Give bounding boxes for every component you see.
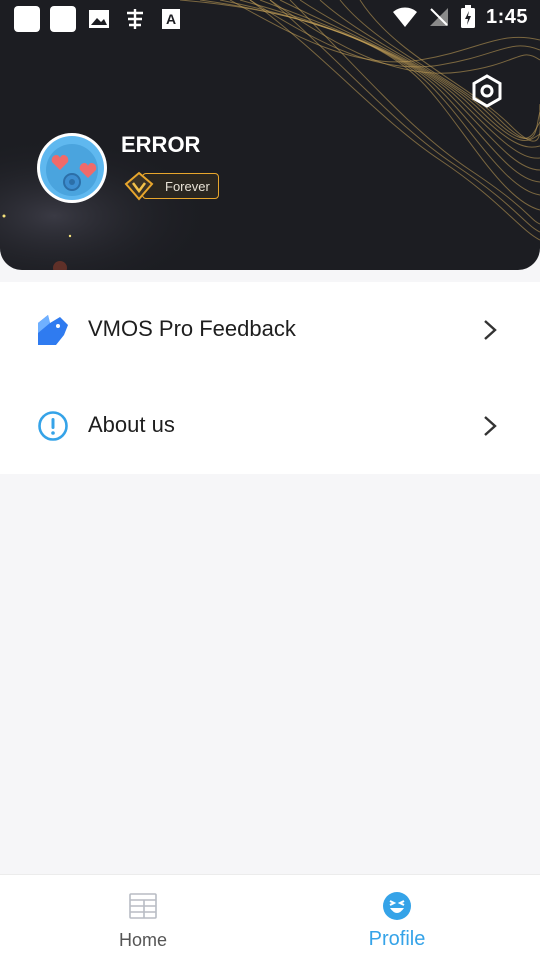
tab-label: Home xyxy=(118,930,167,950)
profile-header: A 1:45 ERROR Forever xyxy=(0,0,540,270)
input-method-icon xyxy=(122,6,148,32)
avatar[interactable] xyxy=(37,133,107,203)
info-icon xyxy=(36,409,70,443)
home-list-icon xyxy=(128,891,158,921)
profile-menu: VMOS Pro Feedback About us xyxy=(0,282,540,474)
smiley-icon xyxy=(382,891,412,921)
svg-text:A: A xyxy=(166,11,176,27)
avatar-character-icon xyxy=(46,144,98,196)
username: ERROR xyxy=(121,132,201,157)
notification-app-icon xyxy=(14,6,40,32)
no-signal-icon xyxy=(429,8,448,26)
membership-badge: Forever xyxy=(124,171,219,201)
menu-item-label: About us xyxy=(88,412,175,437)
font-icon: A xyxy=(158,6,184,32)
menu-item-about[interactable]: About us xyxy=(0,378,540,474)
badge-label: Forever xyxy=(165,178,210,194)
battery-charging-icon xyxy=(460,5,475,28)
feedback-icon xyxy=(36,313,70,347)
notification-app-icon xyxy=(50,6,76,32)
bottom-navigation: Home Profile xyxy=(0,874,540,961)
settings-hexagon-icon xyxy=(472,74,502,108)
tab-label: Profile xyxy=(368,928,426,950)
status-bar: A 1:45 xyxy=(0,0,540,38)
chevron-right-icon xyxy=(484,320,497,340)
tab-home[interactable]: Home xyxy=(8,875,278,961)
menu-item-feedback[interactable]: VMOS Pro Feedback xyxy=(0,282,540,378)
tab-profile[interactable]: Profile xyxy=(262,875,532,961)
vip-diamond-icon xyxy=(124,171,154,201)
chevron-right-icon xyxy=(484,416,497,436)
settings-button[interactable] xyxy=(466,70,508,112)
menu-item-label: VMOS Pro Feedback xyxy=(88,316,296,341)
image-icon xyxy=(86,6,112,32)
status-time: 1:45 xyxy=(485,5,528,28)
wifi-icon xyxy=(392,7,417,27)
